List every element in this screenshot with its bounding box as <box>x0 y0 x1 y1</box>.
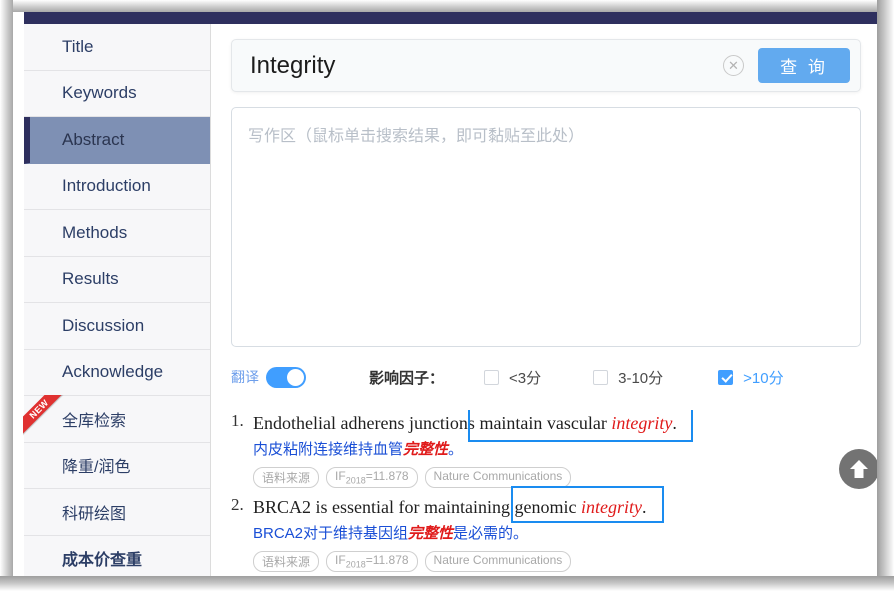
result-index: 2. <box>231 495 244 514</box>
result-tag[interactable]: Nature Communications <box>424 467 572 488</box>
sidebar-item-11[interactable]: 成本价查重 <box>24 535 210 576</box>
sidebar-item-7[interactable]: Acknowledge <box>24 349 210 396</box>
sidebar-item-label: Title <box>62 37 94 57</box>
result-tag-text: 语料来源 <box>262 471 311 485</box>
sidebar-item-label: 降重/润色 <box>62 459 131 477</box>
checkbox-box-3to10[interactable] <box>593 369 609 385</box>
sidebar-item-10[interactable]: 科研绘图 <box>24 489 210 536</box>
window-frame-bottom <box>0 576 894 591</box>
result-tag-text: IF <box>335 469 346 483</box>
result-cn-keyword: 完整性 <box>408 525 454 542</box>
writing-area-textarea[interactable] <box>231 107 861 347</box>
main-panel: ✕ 查 询 翻译 影响因子： <3分 3-10分 <box>211 24 877 576</box>
search-bar: ✕ 查 询 <box>231 39 861 92</box>
result-body: Endothelial adherens junctions maintain … <box>253 410 861 488</box>
filter-checkbox-lt3[interactable]: <3分 <box>484 367 541 388</box>
result-tag[interactable]: IF2018=11.878 <box>326 551 418 572</box>
filter-row: 翻译 影响因子： <3分 3-10分 >10分 <box>231 364 861 390</box>
result-tag[interactable]: Nature Communications <box>424 551 572 572</box>
window-frame-left <box>0 0 13 591</box>
result-tag-list: 语料来源 IF2018=11.878 Nature Communications <box>253 551 861 572</box>
application-root: Title Keywords Abstract Introduction Methods… <box>13 12 877 576</box>
result-tag-sub: 2018 <box>345 475 366 486</box>
result-tag-tail: =11.878 <box>365 469 409 483</box>
new-badge-label: NEW <box>23 395 68 438</box>
result-en-prefix: Endothelial adherens junctions maintain … <box>253 413 612 433</box>
result-item[interactable]: 2. BRCA2 is essential for maintaining gen… <box>231 486 861 572</box>
sidebar-nav: Title Keywords Abstract Introduction Methods… <box>23 24 211 576</box>
top-navbar <box>24 12 877 24</box>
result-tag-list: 语料来源 IF2018=11.878 Nature Communications <box>253 467 861 488</box>
translate-toggle[interactable] <box>266 366 306 388</box>
result-line: 1. Endothelial adherens junctions maintai… <box>231 410 861 488</box>
result-sentence-cn[interactable]: 内皮粘附连接维持血管完整性。 <box>253 437 861 462</box>
result-en-keyword: integrity <box>611 413 673 433</box>
translate-label: 翻译 <box>231 369 259 385</box>
filter-checkbox-gt10[interactable]: >10分 <box>718 367 784 388</box>
sidebar-item-9[interactable]: 降重/润色 <box>24 442 210 489</box>
result-cn-suffix: 是必需的。 <box>453 525 529 542</box>
checkbox-label-3to10: 3-10分 <box>618 369 664 387</box>
sidebar-item-label: Acknowledge <box>62 362 164 382</box>
checkbox-box-lt3[interactable] <box>484 369 500 385</box>
result-en-prefix: BRCA2 is essential for maintaining genom… <box>253 497 581 517</box>
result-tag[interactable]: IF2018=11.878 <box>326 467 418 488</box>
result-tag-text: Nature Communications <box>433 553 563 567</box>
sidebar-item-label: Discussion <box>62 315 145 335</box>
window-frame-top <box>0 0 894 12</box>
result-tag-text: IF <box>335 553 346 567</box>
result-item[interactable]: 1. Endothelial adherens junctions maintai… <box>231 410 861 488</box>
sidebar-item-label: Abstract <box>62 129 125 149</box>
sidebar-item-label: 科研绘图 <box>62 505 127 523</box>
result-cn-prefix: 内皮粘附连接维持血管 <box>253 441 404 458</box>
sidebar-item-5[interactable]: Results <box>24 256 210 303</box>
search-submit-button[interactable]: 查 询 <box>758 48 850 83</box>
result-cn-suffix: 。 <box>448 441 464 458</box>
sidebar-item-label: 全库检索 <box>62 412 127 430</box>
filter-checkbox-3to10[interactable]: 3-10分 <box>593 367 663 388</box>
result-en-suffix: . <box>641 497 647 517</box>
sidebar-item-label: Keywords <box>62 83 137 103</box>
search-input[interactable] <box>250 40 723 91</box>
result-cn-keyword: 完整性 <box>403 441 449 458</box>
sidebar-item-3[interactable]: Introduction <box>24 163 210 210</box>
sidebar-item-8[interactable]: NEW 全库检索 <box>23 395 210 443</box>
result-tag-sub: 2018 <box>345 559 366 570</box>
window-frame-right <box>877 0 894 591</box>
result-en-keyword: integrity <box>580 497 642 517</box>
result-en-suffix: . <box>672 413 677 433</box>
result-tag-text: Nature Communications <box>433 469 563 483</box>
search-results-list: 1. Endothelial adherens junctions maintai… <box>231 410 861 576</box>
back-to-top-button[interactable] <box>839 449 877 489</box>
result-index: 1. <box>231 411 244 430</box>
browser-window-frame: Title Keywords Abstract Introduction Methods… <box>0 0 894 591</box>
result-sentence-en[interactable]: Endothelial adherens junctions maintain … <box>253 410 861 436</box>
sidebar-item-label: Results <box>62 269 119 289</box>
result-tag[interactable]: 语料来源 <box>253 467 320 488</box>
sidebar-item-0[interactable]: Title <box>24 24 210 71</box>
checkbox-box-gt10[interactable] <box>718 369 734 385</box>
checkbox-label-gt10: >10分 <box>743 369 784 387</box>
result-sentence-cn[interactable]: BRCA2对于维持基因组完整性是必需的。 <box>253 521 861 546</box>
toggle-knob <box>287 368 304 386</box>
sidebar-item-label: Introduction <box>62 176 151 196</box>
result-tag-tail: =11.878 <box>365 553 409 567</box>
result-cn-prefix: BRCA2对于维持基因组 <box>253 525 409 542</box>
arrow-up-icon <box>850 460 868 478</box>
result-sentence-en[interactable]: BRCA2 is essential for maintaining genom… <box>253 494 861 520</box>
impact-factor-label: 影响因子： <box>369 369 445 387</box>
sidebar-item-6[interactable]: Discussion <box>24 303 210 350</box>
sidebar-item-4[interactable]: Methods <box>24 210 210 257</box>
sidebar-item-label: Methods <box>62 222 128 242</box>
result-line: 2. BRCA2 is essential for maintaining gen… <box>231 494 861 572</box>
sidebar-item-label: 成本价查重 <box>62 552 143 570</box>
clear-search-icon[interactable]: ✕ <box>723 55 744 76</box>
sidebar-item-2[interactable]: Abstract <box>24 117 210 164</box>
sidebar-item-1[interactable]: Keywords <box>24 70 210 117</box>
checkbox-label-lt3: <3分 <box>509 369 542 387</box>
result-tag[interactable]: 语料来源 <box>253 551 320 572</box>
result-tag-text: 语料来源 <box>262 555 311 569</box>
result-body: BRCA2 is essential for maintaining genom… <box>253 494 861 572</box>
